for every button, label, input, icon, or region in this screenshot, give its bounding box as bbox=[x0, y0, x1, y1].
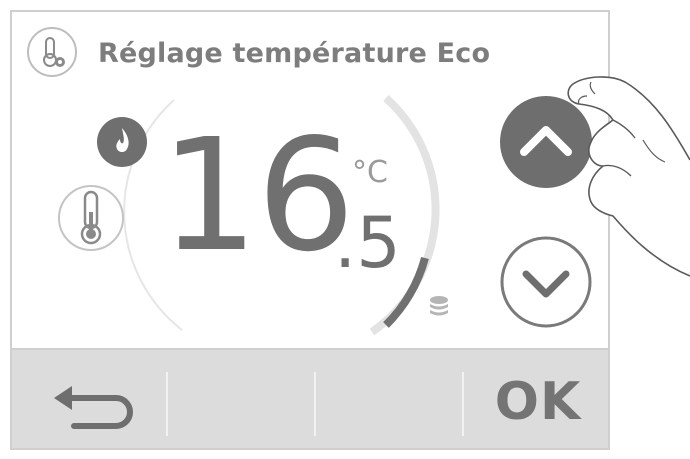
setpoint-unit: °C bbox=[352, 155, 388, 190]
thermometer-icon bbox=[58, 185, 124, 251]
ok-button[interactable]: OK bbox=[488, 372, 588, 432]
back-arrow-icon bbox=[54, 386, 133, 429]
increase-button[interactable] bbox=[498, 94, 594, 190]
footer-divider bbox=[462, 372, 464, 436]
thermostat-screen: Réglage température Eco 16 .5 °C OK bbox=[10, 10, 610, 450]
back-button[interactable] bbox=[42, 378, 142, 438]
footer-divider bbox=[314, 372, 316, 436]
coin-stack-icon bbox=[430, 296, 448, 316]
decrease-button[interactable] bbox=[498, 234, 594, 330]
bottom-bar: OK bbox=[12, 348, 608, 448]
setpoint-integer: 16 bbox=[160, 105, 355, 286]
flame-icon bbox=[97, 117, 147, 167]
setpoint-decimal: .5 bbox=[334, 202, 401, 284]
footer-divider bbox=[166, 372, 168, 436]
